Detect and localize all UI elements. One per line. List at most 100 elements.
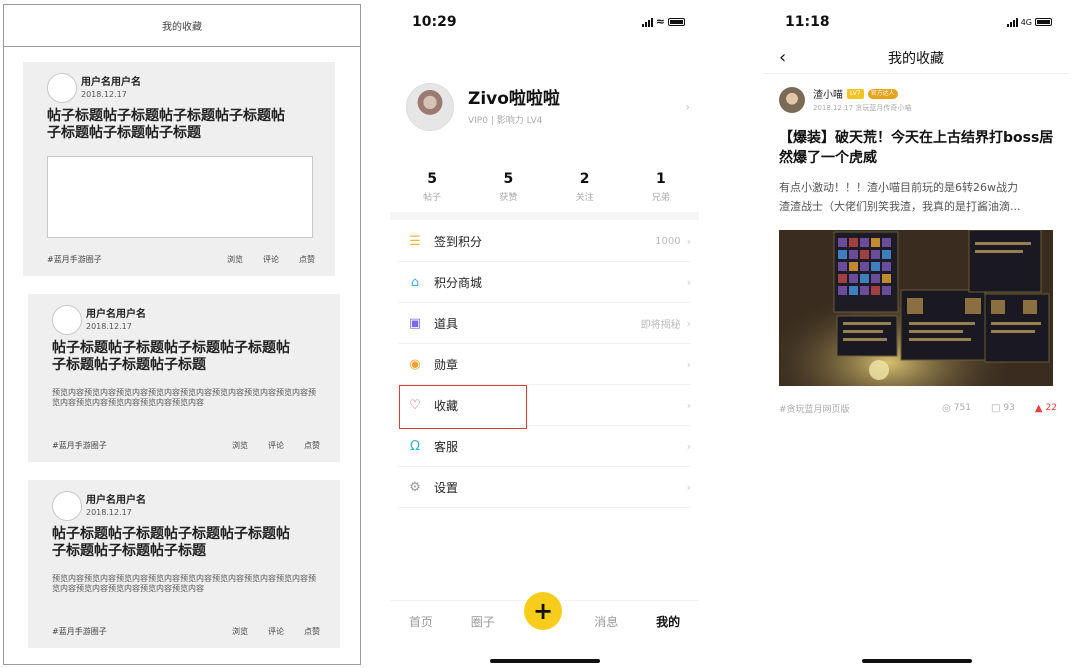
view-action[interactable]: 浏览 [232,440,248,451]
chevron-right-icon: › [686,316,691,330]
status-bar: 10:29 ≈ [390,0,705,44]
status-time: 11:18 [785,14,830,30]
wifi-icon: ≈ [655,15,665,28]
like-action[interactable]: 点赞 [304,626,320,637]
menu-item-favorites[interactable]: ♡ 收藏 › [398,385,691,426]
wireframe-title: 我的收藏 [162,22,202,33]
comment-action[interactable]: 评论 [268,626,284,637]
post-date: 2018.12.17 [81,90,127,99]
tab-messages[interactable]: 消息 [575,613,637,630]
circle-tag[interactable]: #蓝月手游圈子 [52,440,212,451]
avatar[interactable] [406,83,454,131]
preview-line: 有点小激动！！！渣小喵目前玩的是6转26w战力 [779,181,1018,194]
back-icon[interactable]: ‹ [779,47,786,68]
status-time: 10:29 [412,14,457,30]
menu-item-settings[interactable]: ⚙ 设置 › [398,467,691,508]
post-title[interactable]: 【爆装】破天荒！今天在上古结界打boss居然爆了一个虎威 [779,128,1059,168]
preview-line: 渣渣战士（大佬们别笑我渣，我真的是打酱油滴... [779,200,1021,213]
home-indicator [490,659,600,663]
post-date: 2018.12.17 [813,104,854,112]
game-screenshot[interactable] [779,230,1053,386]
comment-action[interactable]: 评论 [268,440,284,451]
post-preview: 预览内容预览内容预览内容预览内容预览内容预览内容预览内容预览内容预览内容预览内容… [52,574,316,593]
comment-icon: □ [990,402,1001,414]
profile-screen: 10:29 ≈ Zivo啦啦啦 VIP0 | 影响力 LV4 › 5 帖子 5 获赞… [390,0,705,668]
post-title[interactable]: 帖子标题帖子标题帖子标题帖子标题帖子标题帖子标题帖子标题 [52,526,302,560]
signal-icon [641,17,653,27]
post-date: 2018.12.17 [86,322,132,331]
points-value: 1000 [655,235,681,247]
game-screenshot-art [779,230,1053,386]
like-action[interactable]: 点赞 [304,440,320,451]
network-type: 4G [1020,17,1032,27]
nav-bar: ‹ 我的收藏 [763,42,1069,74]
post-title[interactable]: 帖子标题帖子标题帖子标题帖子标题帖子标题帖子标题帖子标题 [47,108,297,142]
status-bar: 11:18 4G [763,0,1072,44]
profile-name: Zivo啦啦啦 [468,89,560,109]
post-preview[interactable]: 有点小激动！！！渣小喵目前玩的是6转26w战力 渣渣战士（大佬们别笑我渣，我真的… [779,178,1059,216]
post-title[interactable]: 帖子标题帖子标题帖子标题帖子标题帖子标题帖子标题帖子标题 [52,340,302,374]
wireframe-card[interactable]: 用户名用户名 2018.12.17 帖子标题帖子标题帖子标题帖子标题帖子标题帖子… [23,62,335,276]
chevron-right-icon: › [686,398,691,412]
avatar[interactable] [52,491,82,521]
gear-icon: ⚙ [409,479,421,495]
signal-icon [1006,17,1018,27]
post-source: 贪玩蓝月传奇小喵 [855,104,912,112]
battery-icon [1035,18,1052,26]
view-action[interactable]: 浏览 [227,254,243,265]
circle-tag[interactable]: #蓝月手游圈子 [47,254,207,265]
avatar[interactable] [779,86,805,113]
wireframe-header: 我的收藏 [4,5,360,47]
section-divider [390,212,699,220]
stats-row: 5 帖子 5 获赞 2 关注 1 兄弟 [394,170,699,203]
like-action[interactable]: 点赞 [299,254,315,265]
author-name: 渣小喵 [813,90,843,101]
menu-item-points-store[interactable]: ⌂ 积分商城 › [398,262,691,303]
comment-action[interactable]: 评论 [263,254,279,265]
post-preview: 预览内容预览内容预览内容预览内容预览内容预览内容预览内容预览内容预览内容预览内容… [52,388,316,407]
comment-count[interactable]: □ 93 [991,403,1015,414]
post-author[interactable]: 渣小喵 LV7 官方达人 2018.12.17 贪玩蓝月传奇小喵 [779,86,911,113]
wireframe-card[interactable]: 用户名用户名 2018.12.17 帖子标题帖子标题帖子标题帖子标题帖子标题帖子… [28,294,340,462]
image-placeholder [47,156,313,238]
stat-following[interactable]: 2 关注 [547,170,623,203]
view-count: ◎ 751 [942,402,971,414]
card-footer: #蓝月手游圈子 浏览 评论 点赞 [52,618,320,644]
circle-tag[interactable]: #蓝月手游圈子 [52,626,212,637]
home-indicator [862,659,972,663]
menu-item-checkin-points[interactable]: ☰ 签到积分 1000 › [398,221,691,262]
favorites-screen: 11:18 4G ‹ 我的收藏 渣小喵 LV7 官方达人 2018.12.17 … [763,0,1072,668]
tab-home[interactable]: 首页 [390,613,452,630]
stat-likes[interactable]: 5 获赞 [470,170,546,203]
influence-level: 影响力 LV4 [496,116,543,126]
create-post-button[interactable]: + [524,592,562,630]
menu-item-customer-service[interactable]: Ω 客服 › [398,426,691,467]
wireframe-card[interactable]: 用户名用户名 2018.12.17 帖子标题帖子标题帖子标题帖子标题帖子标题帖子… [28,480,340,648]
profile-header[interactable]: Zivo啦啦啦 VIP0 | 影响力 LV4 › [406,80,690,134]
circle-tag[interactable]: #贪玩蓝月网页版 [779,402,922,415]
username: 用户名用户名 [86,309,146,320]
post-footer: #贪玩蓝月网页版 ◎ 751 □ 93 ▲ 22 [779,396,1057,420]
tab-mine[interactable]: 我的 [637,613,699,630]
card-footer: #蓝月手游圈子 浏览 评论 点赞 [47,246,315,272]
like-count[interactable]: ▲ 22 [1035,403,1057,414]
view-action[interactable]: 浏览 [232,626,248,637]
stat-posts[interactable]: 5 帖子 [394,170,470,203]
tab-circles[interactable]: 圈子 [452,613,514,630]
card-footer: #蓝月手游圈子 浏览 评论 点赞 [52,432,320,458]
post-date: 2018.12.17 [86,508,132,517]
avatar[interactable] [47,73,77,103]
page-title: 我的收藏 [888,50,944,67]
avatar[interactable] [52,305,82,335]
menu-item-props[interactable]: ▣ 道具 即将揭秘 › [398,303,691,344]
level-badge: LV7 [847,88,864,99]
profile-menu: ☰ 签到积分 1000 › ⌂ 积分商城 › ▣ 道具 即将揭秘 › ◉ 勋章 … [398,221,691,508]
store-icon: ⌂ [410,274,420,290]
stat-brothers[interactable]: 1 兄弟 [623,170,699,203]
coming-soon-label: 即将揭秘 [640,319,681,331]
vip-level: VIP0 [468,116,488,126]
chevron-right-icon: › [686,439,691,453]
chevron-right-icon: › [685,100,690,114]
coins-icon: ☰ [409,233,421,249]
menu-item-medals[interactable]: ◉ 勋章 › [398,344,691,385]
